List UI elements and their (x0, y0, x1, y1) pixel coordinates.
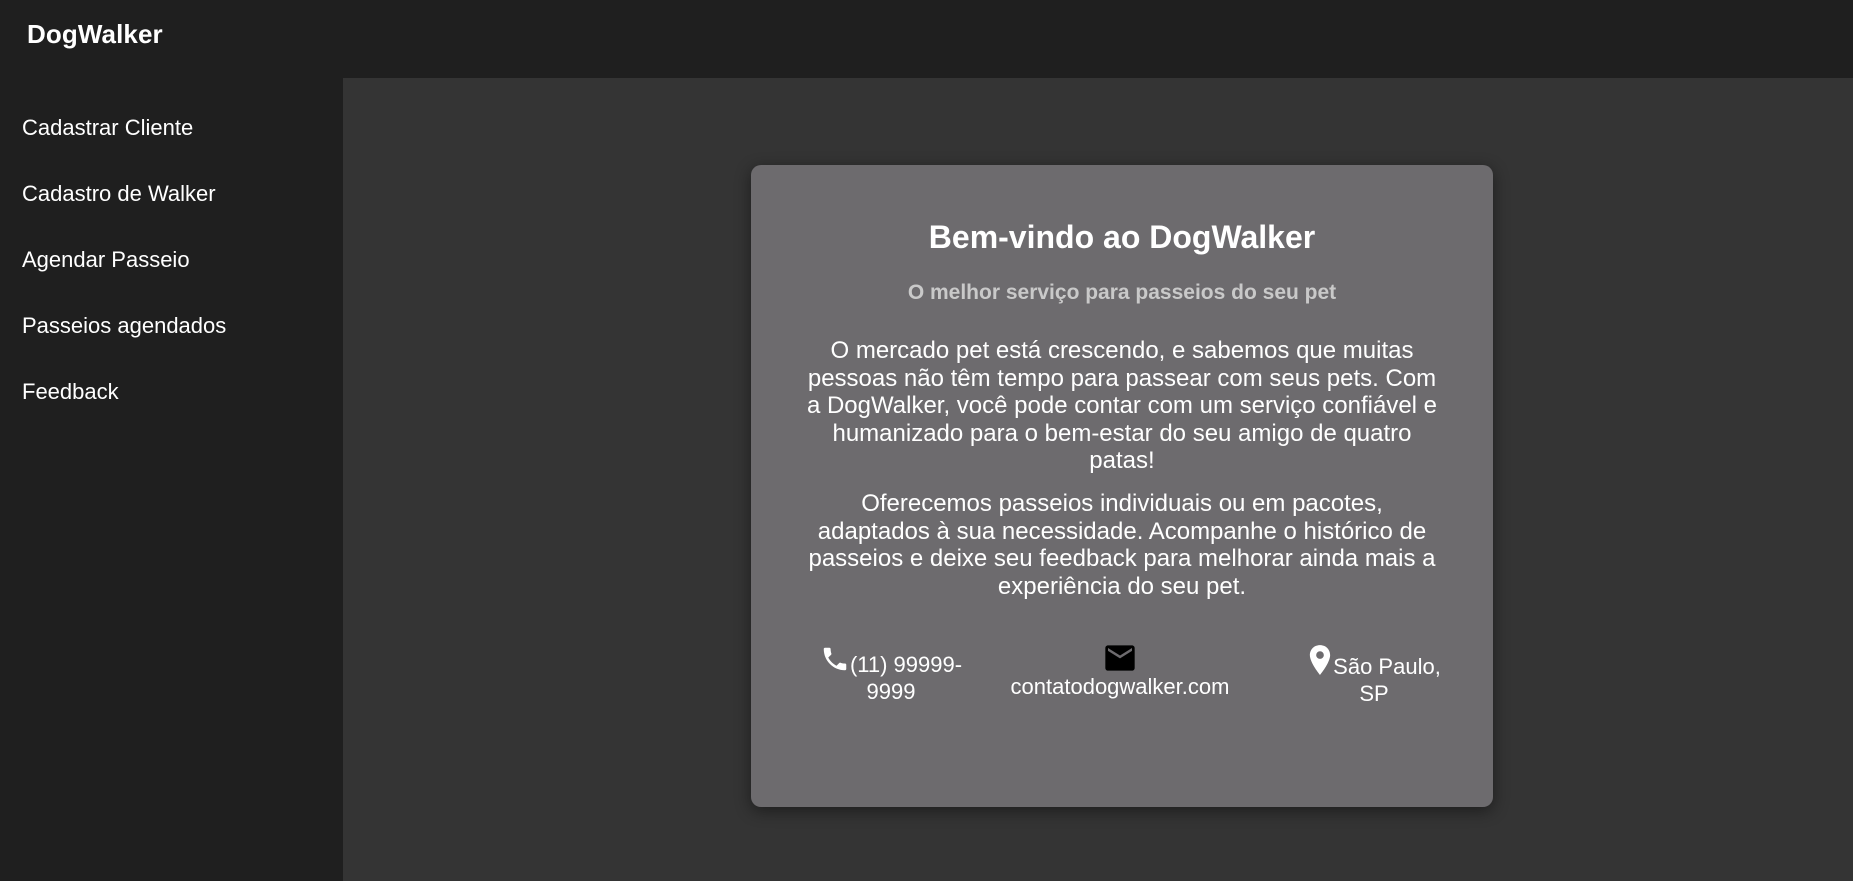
contact-phone: (11) 99999-9999 (811, 644, 971, 705)
contact-location-text: São Paulo, SP (1333, 654, 1441, 706)
contact-email-text[interactable]: contatodogwalker.com (1011, 674, 1230, 699)
phone-icon (820, 644, 850, 674)
sidebar-item-cadastrar-cliente[interactable]: Cadastrar Cliente (22, 115, 193, 141)
sidebar-item-cadastro-de-walker[interactable]: Cadastro de Walker (22, 181, 216, 207)
welcome-title: Bem-vindo ao DogWalker (928, 219, 1316, 255)
location-pin-icon (1307, 644, 1333, 676)
contact-email: contatodogwalker.com (1009, 644, 1231, 700)
brand-title[interactable]: DogWalker (27, 19, 163, 50)
sidebar-nav: Cadastrar Cliente Cadastro de Walker Age… (0, 78, 343, 881)
main-content: Bem-vindo ao DogWalker O melhor serviço … (343, 78, 1853, 881)
contact-location: São Paulo, SP (1299, 644, 1449, 707)
app-root: DogWalker Cadastrar Cliente Cadastro de … (0, 0, 1853, 881)
email-icon (1104, 644, 1136, 672)
sidebar-item-agendar-passeio[interactable]: Agendar Passeio (22, 247, 190, 273)
welcome-subtitle: O melhor serviço para passeios do seu pe… (907, 281, 1337, 304)
contact-phone-text: (11) 99999-9999 (849, 652, 963, 704)
sidebar-item-passeios-agendados[interactable]: Passeios agendados (22, 313, 226, 339)
welcome-paragraph-2: Oferecemos passeios individuais ou em pa… (808, 490, 1436, 600)
welcome-card: Bem-vindo ao DogWalker O melhor serviço … (751, 165, 1493, 807)
welcome-paragraph-1: O mercado pet está crescendo, e sabemos … (806, 337, 1438, 474)
sidebar-item-feedback[interactable]: Feedback (22, 379, 119, 405)
top-app-bar: DogWalker (0, 0, 1853, 78)
